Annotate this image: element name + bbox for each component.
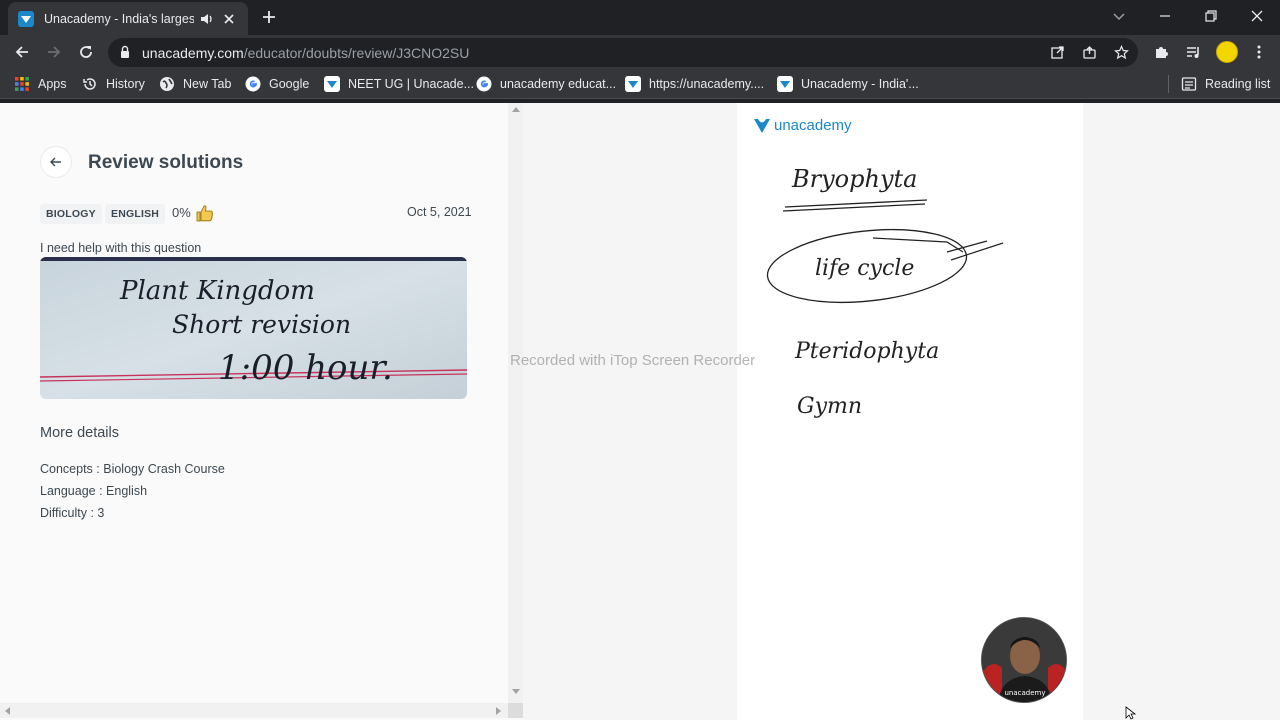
address-bar[interactable]: unacademy.com/educator/doubts/review/J3C… — [108, 38, 1138, 67]
question-image-line-2: Short revision — [172, 310, 351, 339]
review-panel: Review solutions BIOLOGY ENGLISH 0% Oct … — [0, 103, 508, 703]
thumbs-up-icon[interactable] — [195, 203, 215, 223]
bookmark-history[interactable]: History — [82, 76, 145, 92]
back-arrow-icon — [50, 157, 61, 167]
question-image-line-3: 1:00 hour. — [218, 348, 393, 388]
close-window-icon[interactable] — [1249, 8, 1265, 24]
bookmark-label: NEET UG | Unacade... — [348, 77, 474, 91]
mouse-cursor-icon — [1125, 706, 1137, 720]
note-pteridophyta: Pteridophyta — [794, 339, 939, 364]
tab-strip: Unacademy - India's largest l — [0, 0, 1280, 35]
url-host: unacademy.com — [142, 45, 244, 61]
unacademy-favicon-icon — [18, 10, 34, 27]
educator-webcam: unacademy — [981, 617, 1067, 703]
google-icon — [245, 76, 261, 92]
rating-percent: 0% — [172, 205, 191, 220]
detail-language: Language : English — [40, 484, 148, 498]
note-life-cycle: life cycle — [815, 256, 914, 281]
webcam-brand-text: unacademy — [1004, 689, 1045, 697]
tab-search-chevron-icon[interactable] — [1111, 8, 1127, 24]
minimize-icon[interactable] — [1157, 8, 1173, 24]
unacademy-icon — [324, 76, 340, 92]
close-tab-icon[interactable] — [222, 12, 236, 26]
speaker-icon[interactable] — [200, 12, 214, 26]
page-content: Review solutions BIOLOGY ENGLISH 0% Oct … — [0, 103, 1280, 720]
recorder-watermark: Recorded with iTop Screen Recorder — [510, 352, 756, 369]
google-icon — [476, 76, 492, 92]
note-bryophyta: Bryophyta — [791, 165, 917, 193]
bookmark-label: New Tab — [183, 77, 232, 91]
bookmark-unacademy-educator[interactable]: unacademy educat... — [476, 76, 616, 92]
reload-icon[interactable] — [78, 44, 94, 60]
bookmark-new-tab[interactable]: New Tab — [159, 76, 231, 92]
unacademy-icon — [777, 76, 793, 92]
question-image[interactable]: Plant Kingdom Short revision 1:00 hour. — [40, 257, 467, 399]
bookmark-star-icon[interactable] — [1114, 45, 1129, 60]
url-text[interactable]: unacademy.com/educator/doubts/review/J3C… — [142, 45, 469, 61]
back-arrow-icon[interactable] — [14, 44, 30, 60]
apps-grid-icon — [15, 77, 29, 91]
bookmark-apps[interactable]: Apps — [14, 76, 67, 92]
bookmark-google[interactable]: Google — [245, 76, 309, 92]
scroll-right-arrow-icon[interactable] — [496, 707, 501, 715]
browser-toolbar: unacademy.com/educator/doubts/review/J3C… — [0, 35, 1280, 69]
bookmark-neet-ug[interactable]: NEET UG | Unacade... — [324, 76, 474, 92]
browser-tab[interactable]: Unacademy - India's largest l — [8, 2, 248, 35]
forward-arrow-icon[interactable] — [46, 44, 62, 60]
profile-avatar[interactable] — [1216, 41, 1238, 63]
tab-title: Unacademy - India's largest l — [44, 11, 194, 26]
reading-list-icon — [1181, 77, 1197, 91]
share-icon[interactable] — [1082, 45, 1097, 60]
bookmarks-divider — [1168, 75, 1169, 93]
solution-viewer: unacademy Bryophyta life cycle Pteridoph… — [523, 103, 1280, 720]
bookmark-label: Apps — [38, 77, 67, 91]
reading-list-button[interactable]: Reading list — [1181, 76, 1270, 92]
scroll-left-arrow-icon[interactable] — [5, 707, 10, 715]
history-icon — [83, 78, 96, 90]
bookmark-unacademy-india[interactable]: Unacademy - India'... — [777, 76, 919, 92]
new-tab-icon[interactable] — [261, 9, 277, 25]
more-details-heading: More details — [40, 425, 119, 441]
scroll-down-arrow-icon[interactable] — [512, 689, 520, 694]
scrollbar-corner — [508, 703, 523, 718]
back-button[interactable] — [40, 146, 72, 178]
bookmark-unacademy-url[interactable]: https://unacademy.... — [625, 76, 764, 92]
question-date: Oct 5, 2021 — [407, 205, 472, 219]
page-title: Review solutions — [88, 152, 244, 173]
lock-icon[interactable] — [118, 45, 132, 59]
restore-icon[interactable] — [1203, 8, 1219, 24]
bookmark-label: Unacademy - India'... — [801, 77, 919, 91]
bookmark-label: Google — [269, 77, 310, 91]
media-playlist-icon[interactable] — [1185, 44, 1201, 60]
extensions-puzzle-icon[interactable] — [1153, 44, 1169, 60]
more-menu-icon[interactable] — [1251, 44, 1267, 60]
bookmark-label: unacademy educat... — [500, 77, 617, 91]
detail-difficulty: Difficulty : 3 — [40, 506, 105, 520]
reading-list-label: Reading list — [1205, 77, 1271, 91]
detail-concepts: Concepts : Biology Crash Course — [40, 462, 225, 476]
subject-tag: BIOLOGY — [40, 204, 102, 224]
question-image-line-1: Plant Kingdom — [119, 276, 315, 306]
note-gymnosperm: Gymn — [797, 394, 862, 419]
globe-icon — [160, 77, 174, 91]
vertical-scrollbar[interactable] — [508, 103, 523, 703]
bookmark-label: History — [106, 77, 145, 91]
scroll-up-arrow-icon[interactable] — [512, 107, 520, 112]
question-text: I need help with this question — [40, 241, 202, 255]
bookmarks-bar: Apps History New Tab Google NEET UG | Un… — [0, 69, 1280, 99]
language-tag: ENGLISH — [105, 204, 166, 224]
bookmark-label: https://unacademy.... — [649, 77, 765, 91]
unacademy-icon — [625, 76, 641, 92]
url-path: /educator/doubts/review/J3CNO2SU — [243, 45, 470, 61]
horizontal-scrollbar[interactable] — [0, 703, 508, 718]
open-in-new-icon[interactable] — [1050, 45, 1065, 60]
